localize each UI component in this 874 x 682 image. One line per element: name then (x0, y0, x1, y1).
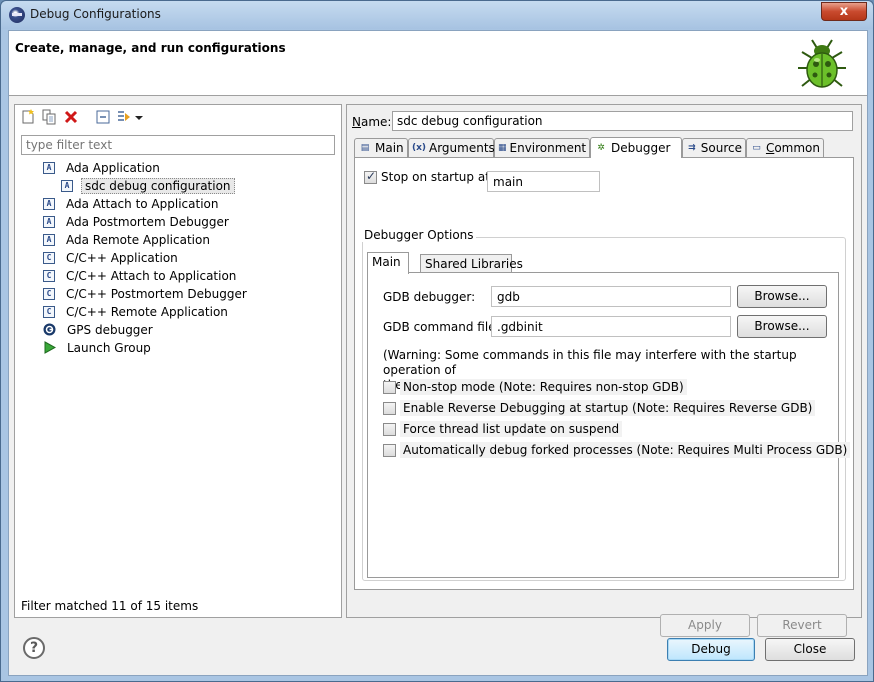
tree-item-launch-group[interactable]: Launch Group (43, 339, 154, 356)
filter-input[interactable] (21, 135, 335, 155)
tree-item-ada-remote[interactable]: A Ada Remote Application (43, 231, 213, 248)
source-tab-icon: ⇉ (688, 143, 696, 153)
ada-icon: A (61, 179, 73, 192)
stop-on-startup-label: Stop on startup at: (381, 170, 494, 184)
gdb-debugger-browse-button[interactable]: Browse... (737, 285, 827, 308)
window-close-button[interactable]: x (821, 2, 867, 21)
option-force-thread-list[interactable]: Force thread list update on suspend (383, 421, 623, 437)
play-icon (44, 341, 56, 354)
stop-on-startup-row[interactable]: Stop on startup at: (364, 169, 494, 184)
environment-tab-icon: ▦ (498, 143, 507, 153)
help-icon[interactable]: ? (23, 637, 45, 659)
inner-tab-shared-libraries[interactable]: Shared Libraries (420, 254, 523, 273)
tree-item-cpp-remote[interactable]: C C/C++ Remote Application (43, 303, 231, 320)
ada-icon: A (43, 161, 55, 174)
ada-icon: A (43, 233, 55, 246)
header-title: Create, manage, and run configurations (15, 41, 286, 55)
tree-item-sdc-debug-configuration[interactable]: Asdc debug configuration (61, 177, 235, 194)
collapse-all-icon[interactable] (95, 109, 111, 125)
common-tab-icon: ▭ (752, 143, 761, 153)
gdb-debugger-input[interactable]: gdb (491, 286, 731, 307)
debug-configurations-window: Debug Configurations x Create, manage, a… (0, 0, 874, 682)
inner-tab-main[interactable]: Main (367, 252, 409, 274)
tab-environment[interactable]: ▦ Environment (494, 138, 590, 157)
force-thread-list-checkbox[interactable] (383, 422, 396, 436)
close-button[interactable]: Close (765, 638, 855, 661)
title-bar[interactable]: Debug Configurations x (1, 1, 873, 29)
arguments-tab-icon: (x) (412, 143, 427, 153)
filter-configurations-icon[interactable] (116, 109, 132, 125)
common-tab-label: Common (765, 141, 820, 155)
ada-icon: A (43, 215, 55, 228)
dialog-client: Create, manage, and run configurations t… (8, 30, 868, 676)
stop-on-startup-checkbox[interactable] (364, 169, 377, 184)
debugger-tab-icon: ✲ (597, 143, 605, 153)
window-title: Debug Configurations (30, 7, 161, 21)
revert-button[interactable]: Revert (757, 614, 847, 637)
new-configuration-icon[interactable] (20, 109, 36, 125)
option-non-stop-mode[interactable]: Non-stop mode (Note: Requires non-stop G… (383, 379, 687, 395)
apply-button[interactable]: Apply (660, 614, 750, 637)
stop-on-startup-input[interactable]: main (487, 171, 600, 192)
cpp-icon: C (43, 305, 55, 318)
debugger-tab-content: Stop on startup at: main Debugger Option… (354, 157, 854, 590)
bug-icon (798, 39, 846, 88)
tab-common[interactable]: ▭ Common (746, 138, 824, 157)
cpp-icon: C (43, 251, 55, 264)
chevron-down-icon[interactable] (134, 109, 144, 125)
tab-source[interactable]: ⇉ Source (682, 138, 746, 157)
debug-button[interactable]: Debug (667, 638, 755, 661)
gdb-command-file-input[interactable]: .gdbinit (491, 316, 731, 337)
tree-item-ada-application[interactable]: A Ada Application (43, 159, 163, 176)
config-tabs: ▤ Main (x) Arguments ▦ Environment ✲ Debugge… (354, 137, 854, 158)
option-debug-forked[interactable]: Automatically debug forked processes (No… (383, 442, 851, 458)
tree-item-cpp-application[interactable]: C C/C++ Application (43, 249, 181, 266)
tree-item-ada-postmortem[interactable]: A Ada Postmortem Debugger (43, 213, 232, 230)
gdb-debugger-label: GDB debugger: (383, 290, 476, 304)
config-toolbar (15, 105, 341, 131)
tree-item-gps-debugger[interactable]: GPS debugger (43, 321, 156, 338)
gps-icon (43, 323, 56, 336)
configuration-editor-panel: Name: ▤Main (x)Arguments ▦Environment ✲D… (346, 104, 862, 637)
tab-arguments[interactable]: (x) Arguments (408, 138, 495, 157)
configuration-list-panel: AAda Application Asdc debug configuratio… (14, 104, 342, 618)
reverse-debugging-checkbox[interactable] (383, 401, 396, 415)
duplicate-configuration-icon[interactable] (41, 109, 57, 125)
delete-configuration-icon[interactable] (63, 109, 79, 125)
cpp-icon: C (43, 287, 55, 300)
tab-main[interactable]: ▤ Main (354, 138, 408, 157)
debugger-options-label: Debugger Options (362, 228, 476, 242)
name-label: Name: (352, 115, 392, 129)
tree-item-cpp-postmortem[interactable]: C C/C++ Postmortem Debugger (43, 285, 250, 302)
filter-status: Filter matched 11 of 15 items (21, 599, 199, 613)
name-input[interactable] (392, 111, 853, 131)
gdb-command-file-label: GDB command file: (383, 320, 500, 334)
cpp-icon: C (43, 269, 55, 282)
main-tab-icon: ▤ (360, 143, 370, 153)
dialog-header: Create, manage, and run configurations (9, 31, 867, 96)
tree-item-ada-attach[interactable]: A Ada Attach to Application (43, 195, 221, 212)
non-stop-mode-checkbox[interactable] (383, 380, 396, 394)
gdb-command-file-browse-button[interactable]: Browse... (737, 315, 827, 338)
tab-debugger[interactable]: ✲ Debugger (590, 137, 682, 158)
option-reverse-debugging[interactable]: Enable Reverse Debugging at startup (Not… (383, 400, 816, 416)
ada-icon: A (43, 197, 55, 210)
eclipse-icon (9, 7, 25, 23)
tree-item-cpp-attach[interactable]: C C/C++ Attach to Application (43, 267, 239, 284)
debugger-options-content: GDB debugger: gdb Browse... GDB command … (367, 272, 851, 578)
debug-forked-checkbox[interactable] (383, 443, 396, 457)
